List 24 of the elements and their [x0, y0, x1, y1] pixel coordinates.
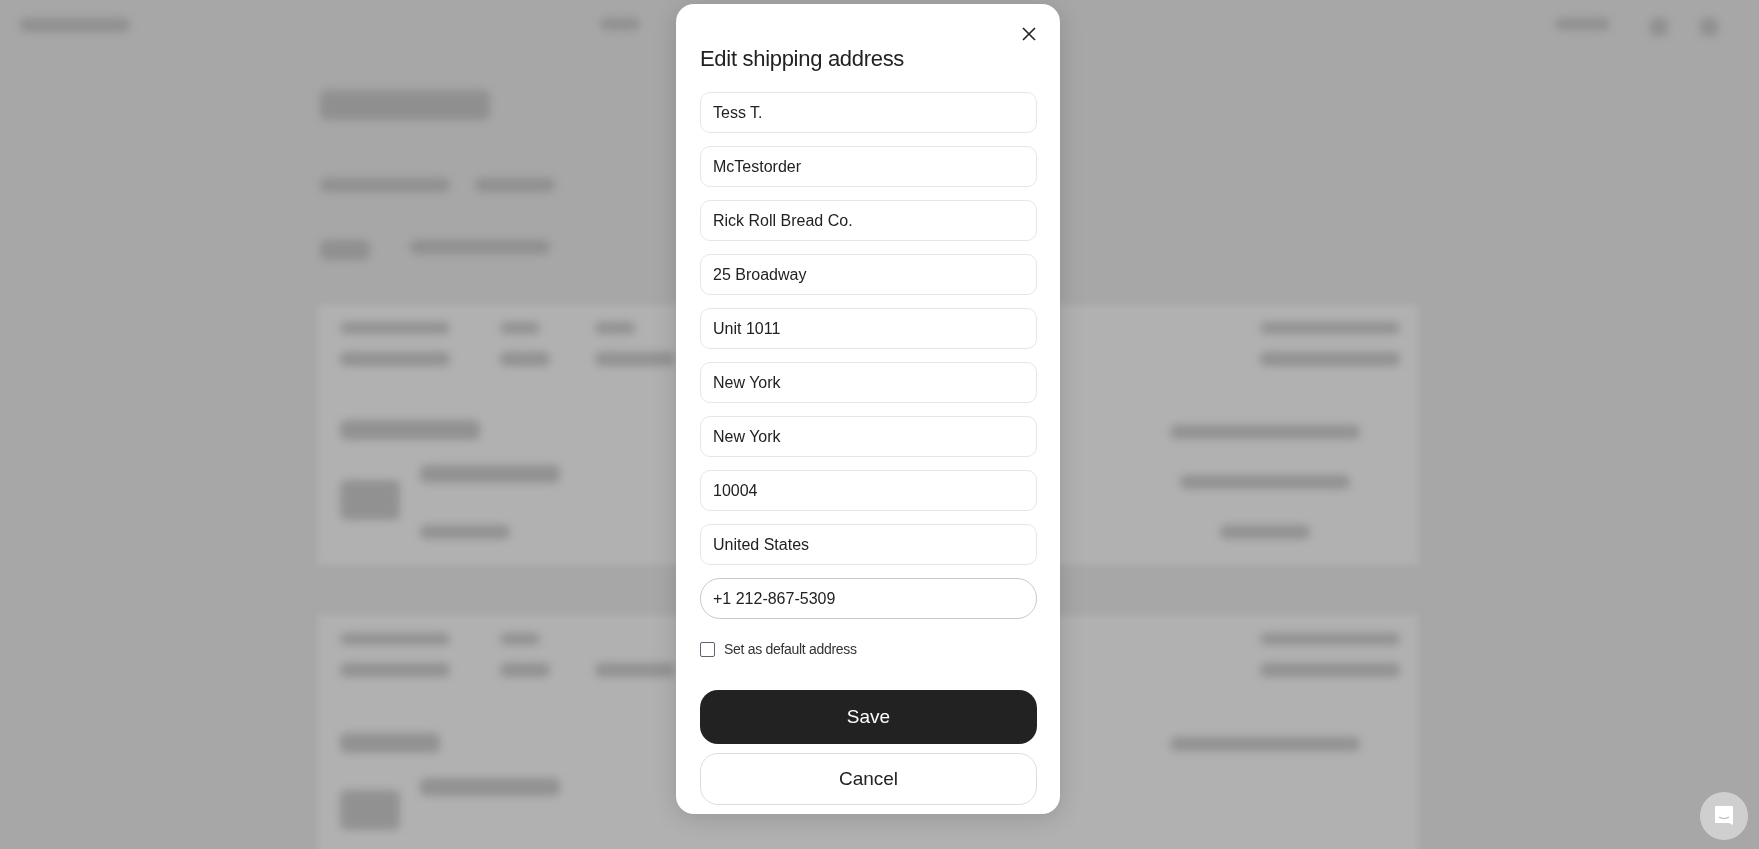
blurred-text [500, 352, 550, 366]
blurred-text [500, 322, 540, 334]
address-field[interactable]: Rick Roll Bread Co. [700, 200, 1037, 241]
address-field[interactable]: McTestorder [700, 146, 1037, 187]
address-field[interactable]: 10004 [700, 470, 1037, 511]
dialog-title: Edit shipping address [700, 46, 906, 72]
address-field[interactable]: Tess T. [700, 92, 1037, 133]
address-field[interactable]: New York [700, 416, 1037, 457]
cancel-button[interactable]: Cancel [700, 753, 1037, 805]
address-field[interactable]: New York [700, 362, 1037, 403]
default-checkbox[interactable] [700, 641, 715, 657]
save-button[interactable]: Save [700, 690, 1037, 744]
address-field[interactable]: Unit 1011 [700, 308, 1037, 349]
blurred-text [340, 790, 400, 830]
address-field[interactable]: United States [700, 524, 1037, 565]
chat-icon [1714, 805, 1734, 827]
blurred-text [595, 322, 635, 334]
close-icon [1022, 27, 1036, 41]
blurred-text [500, 633, 540, 645]
checkbox-label: Set as default address [724, 641, 857, 657]
blurred-text [340, 480, 400, 520]
address-field[interactable]: +1 212-867-5309 [700, 578, 1037, 619]
address-field[interactable]: 25 Broadway [700, 254, 1037, 295]
blurred-text [500, 663, 550, 677]
